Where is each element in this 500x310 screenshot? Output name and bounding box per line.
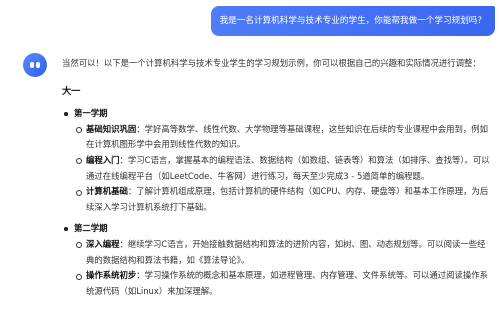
reply-intro: 当然可以！以下是一个计算机科学与技术专业学生的学习规划示例，你可以根据自己的兴趣… — [62, 58, 481, 68]
semester-heading: 第二学期 — [62, 221, 492, 237]
list-item: 基础知识巩固：学好高等数学、线性代数、大学物理等基础课程，这些知识在后续的专业课… — [75, 122, 492, 153]
user-message-bubble: 我是一名计算机科学与技术专业的学生，你能帮我做一个学习规划吗？ — [210, 6, 495, 36]
semester-item-list: 基础知识巩固：学好高等数学、线性代数、大学物理等基础课程，这些知识在后续的专业课… — [75, 122, 492, 216]
list-item: 深入编程：继续学习C语言，开始接触数据结构和算法的进阶内容，如树、图、动态规划等… — [75, 237, 492, 268]
year-heading: 大一 — [62, 85, 81, 97]
list-item: 计算机基础：了解计算机组成原理，包括计算机的硬件结构（如CPU、内存、硬盘等）和… — [75, 184, 492, 215]
assistant-reply: 当然可以！以下是一个计算机科学与技术专业学生的学习规划示例，你可以根据自己的兴趣… — [62, 56, 492, 299]
list-item: 操作系统初步：学习操作系统的概念和基本原理，如进程管理、内存管理、文件系统等。可… — [75, 268, 492, 299]
list-item: 编程入门：学习C语言，掌握基本的编程语法、数据结构（如数组、链表等）和算法（如排… — [75, 153, 492, 184]
semester-heading: 第一学期 — [62, 106, 492, 122]
semester-item-list: 深入编程：继续学习C语言，开始接触数据结构和算法的进阶内容，如树、图、动态规划等… — [75, 237, 492, 299]
assistant-avatar-icon — [23, 53, 47, 77]
